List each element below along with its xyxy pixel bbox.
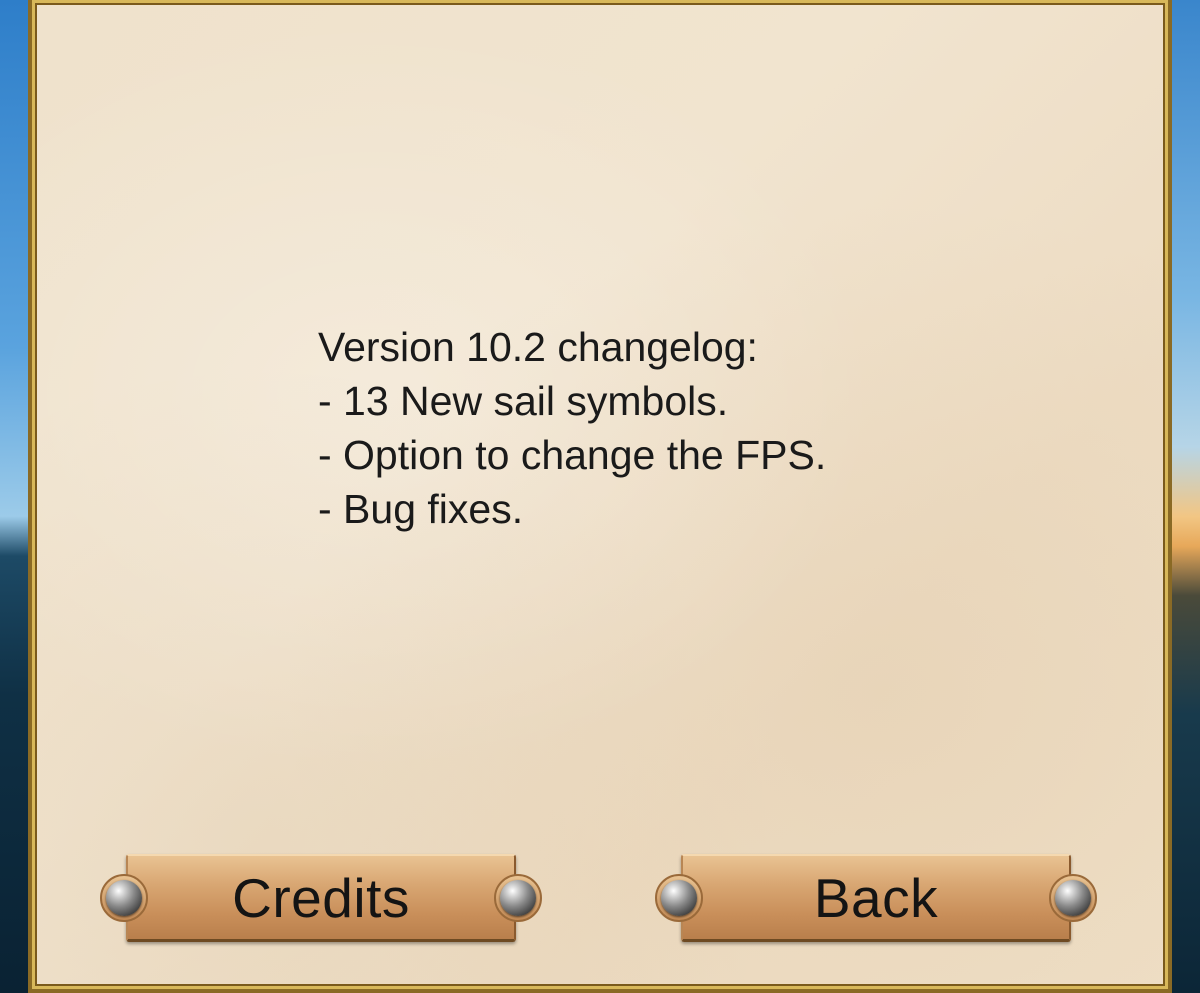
rivet-icon bbox=[494, 874, 542, 922]
changelog-title: Version 10.2 changelog: bbox=[318, 324, 758, 370]
changelog-panel: Version 10.2 changelog: - 13 New sail sy… bbox=[28, 0, 1172, 993]
rivet-icon bbox=[1049, 874, 1097, 922]
credits-button[interactable]: Credits bbox=[100, 854, 542, 942]
back-button[interactable]: Back bbox=[655, 854, 1097, 942]
changelog-item: - Option to change the FPS. bbox=[318, 432, 827, 478]
changelog-item: - Bug fixes. bbox=[318, 486, 524, 532]
back-button-label: Back bbox=[813, 866, 939, 929]
changelog-item: - 13 New sail symbols. bbox=[318, 378, 729, 424]
changelog-text: Version 10.2 changelog: - 13 New sail sy… bbox=[318, 320, 826, 536]
credits-button-label: Credits bbox=[232, 866, 410, 929]
